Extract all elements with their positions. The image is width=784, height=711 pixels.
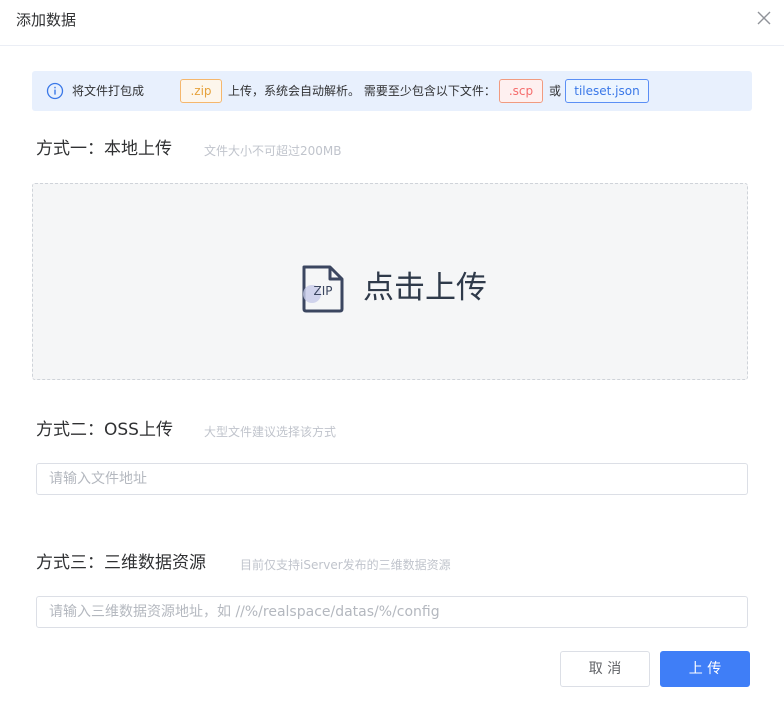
method3-hint: 目前仅支持iServer发布的三维数据资源	[240, 558, 451, 572]
zip-icon-label: ZIP	[314, 284, 333, 298]
dialog-header: 添加数据	[0, 0, 784, 46]
notice-text-middle: 上传，系统会自动解析。 需要至少包含以下文件：	[228, 84, 496, 98]
method1-title: 方式一：本地上传	[36, 139, 172, 159]
close-icon[interactable]	[756, 10, 772, 26]
zip-file-icon: ZIP	[302, 265, 344, 313]
3d-resource-address-input[interactable]	[36, 596, 748, 628]
notice-text-before: 将文件打包成	[72, 84, 145, 98]
tileset-json-tag: tileset.json	[565, 79, 649, 103]
add-data-dialog: 添加数据 将文件打包成 .zip 上传，系统会自动解析。 需要至少包含以下文件：…	[0, 0, 784, 711]
oss-file-address-input[interactable]	[36, 463, 748, 495]
scp-tag: .scp	[499, 79, 543, 103]
zip-tag: .zip	[180, 79, 222, 103]
cancel-button[interactable]: 取 消	[560, 651, 650, 687]
notice-or-text: 或	[549, 84, 562, 98]
method1-hint: 文件大小不可超过200MB	[204, 144, 342, 158]
local-upload-dropzone[interactable]: ZIP 点击上传	[32, 183, 748, 380]
method2-title: 方式二：OSS上传	[36, 420, 173, 440]
upload-button[interactable]: 上 传	[660, 651, 750, 687]
click-upload-label: 点击上传	[363, 270, 487, 306]
method2-hint: 大型文件建议选择该方式	[204, 425, 337, 439]
info-icon	[46, 82, 64, 100]
file-requirement-notice: 将文件打包成 .zip 上传，系统会自动解析。 需要至少包含以下文件： .scp…	[32, 71, 752, 111]
method3-title: 方式三：三维数据资源	[36, 553, 206, 573]
dialog-title: 添加数据	[16, 11, 77, 29]
